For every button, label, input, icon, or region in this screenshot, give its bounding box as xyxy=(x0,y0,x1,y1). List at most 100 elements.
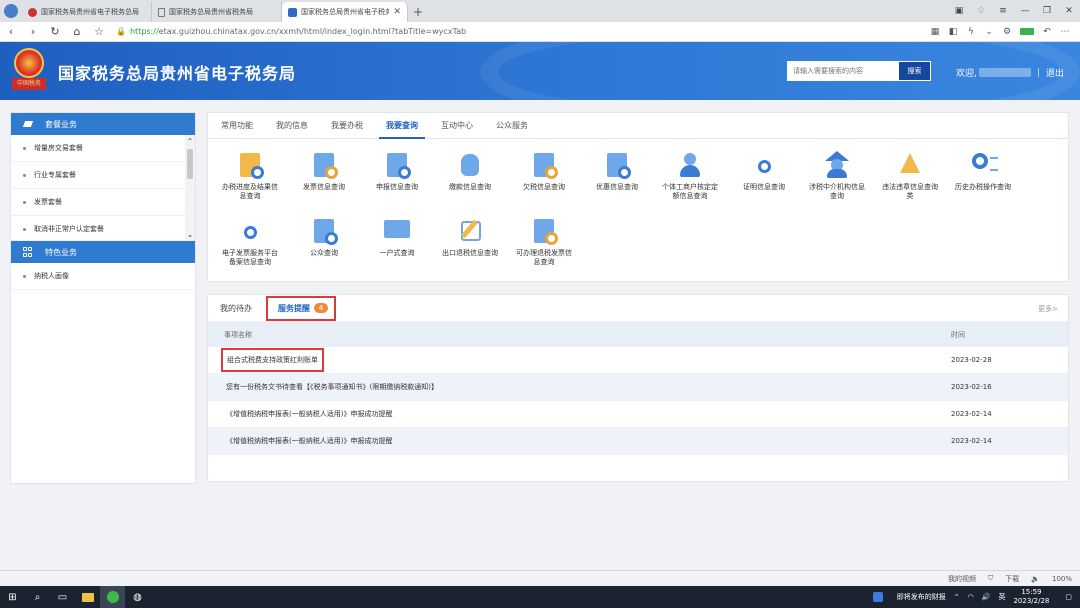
volume-icon[interactable]: 🔊 xyxy=(982,593,991,601)
app-taskbar-icon[interactable]: ◍ xyxy=(125,586,150,608)
tab-common[interactable]: 常用功能 xyxy=(214,113,260,138)
shield-icon[interactable]: ⛉ xyxy=(988,574,993,583)
search-icon[interactable]: ⌕ xyxy=(25,586,50,608)
shirt-icon[interactable]: ♢ xyxy=(970,0,992,22)
query-item-invoice[interactable]: 发票信息查询 xyxy=(293,151,355,192)
download-button[interactable]: 下载 xyxy=(1005,574,1019,584)
more-link[interactable]: 更多> xyxy=(1038,304,1058,314)
system-tray: 即将发布的财报 ⌃ ◠ 🔊 英 15:59 2023/2/28 ▢ xyxy=(872,586,1080,608)
query-item-declare[interactable]: 申报信息查询 xyxy=(366,151,428,192)
sidebar-section-package[interactable]: 套餐业务 xyxy=(11,113,195,135)
chevron-down-icon[interactable]: ⌄ xyxy=(185,230,195,239)
browser-tab-1[interactable]: 国家税务局贵州省电子税务总局 xyxy=(22,2,152,22)
query-item-export-refund[interactable]: 出口退税信息查询 xyxy=(439,217,501,258)
url-field[interactable]: 🔒 https:// etax.guizhou.chinatax.gov.cn/… xyxy=(110,24,926,40)
settings-icon[interactable]: ⚙ xyxy=(998,27,1016,37)
query-item-agency[interactable]: 涉税中介机构信息查询 xyxy=(806,151,868,201)
news-widget[interactable]: 即将发布的财报 xyxy=(872,592,946,602)
browser-tab-2[interactable]: 国家税务总局贵州省税务局 xyxy=(152,2,282,22)
table-row[interactable]: 《增值税纳税申报表(一般纳税人适用)》申报成功提醒 2023-02-14 xyxy=(208,428,1068,455)
export-refund-icon xyxy=(455,217,485,245)
row-name[interactable]: 您有一份税务文书待查看【《税务事项通知书》(限期缴纳税款通知)】 xyxy=(208,382,951,392)
scroll-thumb[interactable] xyxy=(187,149,193,179)
table-row[interactable]: 《增值税纳税申报表(一般纳税人适用)》申报成功提醒 2023-02-14 xyxy=(208,401,1068,428)
more-icon[interactable]: ⋯ xyxy=(1056,27,1074,37)
sidebar-item-taxpayer-portrait[interactable]: 纳税人画像 xyxy=(11,263,195,290)
query-item-einvoice[interactable]: 电子发票服务平台备案信息查询 xyxy=(219,217,281,267)
notification-icon[interactable]: ▢ xyxy=(1065,593,1072,601)
zoom-level[interactable]: 100% xyxy=(1052,575,1072,583)
tab-title: 国家税务总局贵州省电子税务局 xyxy=(301,8,390,16)
system-clock[interactable]: 15:59 2023/2/28 xyxy=(1013,588,1049,606)
row-name-text[interactable]: 组合式税费支持政策红利账单 xyxy=(221,348,324,372)
logout-link[interactable]: 退出 xyxy=(1046,66,1064,79)
menu-icon[interactable]: ≡ xyxy=(992,0,1014,22)
browser-logo-icon[interactable] xyxy=(0,0,22,22)
pip-icon[interactable]: ◧ xyxy=(944,27,962,37)
new-tab-button[interactable]: + xyxy=(408,2,428,22)
home-icon[interactable]: ⌂ xyxy=(66,25,88,38)
query-item-progress[interactable]: 办税进度及结果信息查询 xyxy=(219,151,281,201)
query-item-payment[interactable]: 缴款信息查询 xyxy=(439,151,501,192)
close-tab-icon[interactable]: ✕ xyxy=(393,7,401,17)
tab-my-info[interactable]: 我的信息 xyxy=(269,113,315,138)
undo-icon[interactable]: ↶ xyxy=(1038,27,1056,37)
chevron-down-icon[interactable]: ⌄ xyxy=(980,27,998,37)
search-button[interactable]: 搜索 xyxy=(898,61,931,81)
windows-start-icon[interactable]: ⊞ xyxy=(0,586,25,608)
minimize-icon[interactable]: — xyxy=(1014,0,1036,22)
table-row[interactable]: 您有一份税务文书待查看【《税务事项通知书》(限期缴纳税款通知)】 2023-02… xyxy=(208,374,1068,401)
sidebar-item-house-trade[interactable]: 增量房交易套餐 xyxy=(11,135,195,162)
tab-interaction[interactable]: 互动中心 xyxy=(434,113,480,138)
sidebar-item-invoice[interactable]: 发票套餐 xyxy=(11,189,195,216)
query-item-refund-invoice[interactable]: 可办理退税发票信息查询 xyxy=(513,217,575,267)
close-window-icon[interactable]: ✕ xyxy=(1058,0,1080,22)
sidebar-item-cancel-abnormal[interactable]: 取消非正常户认定套餐 xyxy=(11,216,195,240)
sidebar-scrollbar[interactable]: ⌃ ⌄ xyxy=(185,135,195,240)
query-item-violation[interactable]: 违法违章信息查询类 xyxy=(879,151,941,201)
maximize-icon[interactable]: ❐ xyxy=(1036,0,1058,22)
tab-handle-tax[interactable]: 我要办税 xyxy=(324,113,370,138)
query-item-arrears[interactable]: 欠税信息查询 xyxy=(513,151,575,192)
tab-service-reminder[interactable]: 服务提醒 4 xyxy=(266,295,336,321)
table-row[interactable]: 组合式税费支持政策红利账单 2023-02-28 xyxy=(208,347,1068,374)
chevron-up-icon[interactable]: ⌃ xyxy=(185,137,195,146)
person-search-icon xyxy=(675,151,705,179)
file-explorer-icon[interactable] xyxy=(75,586,100,608)
video-button[interactable]: 我的视频 xyxy=(948,574,976,584)
lightning-icon[interactable]: ϟ xyxy=(962,27,980,37)
window-controls: ▣ ♢ ≡ — ❐ ✕ xyxy=(948,0,1080,22)
tab-my-todo[interactable]: 我的待办 xyxy=(220,303,252,314)
sidebar-section-featured[interactable]: 特色业务 xyxy=(11,241,195,263)
ime-language[interactable]: 英 xyxy=(998,592,1005,602)
forward-icon[interactable]: › xyxy=(22,25,44,38)
tab-count-icon[interactable]: ▣ xyxy=(948,0,970,22)
search-input[interactable] xyxy=(787,61,898,81)
sidebar-item-industry[interactable]: 行业专属套餐 xyxy=(11,162,195,189)
row-name[interactable]: 《增值税纳税申报表(一般纳税人适用)》申报成功提醒 xyxy=(208,436,951,446)
item-label: 纳税人画像 xyxy=(34,272,69,280)
battery-icon xyxy=(1020,28,1034,35)
grid-icon[interactable]: ▦ xyxy=(926,27,944,37)
back-icon[interactable]: ‹ xyxy=(0,25,22,38)
query-item-history[interactable]: 历史办税操作查询 xyxy=(952,151,1014,192)
item-label: 行业专属套餐 xyxy=(34,171,76,179)
reload-icon[interactable]: ↻ xyxy=(44,25,66,38)
browser-taskbar-icon[interactable] xyxy=(100,586,125,608)
browser-tab-3[interactable]: 国家税务总局贵州省电子税务局 ✕ xyxy=(282,2,408,22)
row-name[interactable]: 《增值税纳税申报表(一般纳税人适用)》申报成功提醒 xyxy=(208,409,951,419)
bookmark-star-icon[interactable]: ☆ xyxy=(88,25,110,38)
arrears-search-icon xyxy=(529,151,559,179)
wifi-icon[interactable]: ◠ xyxy=(968,593,974,601)
query-item-public[interactable]: 公众查询 xyxy=(293,217,355,258)
query-item-one-account[interactable]: 一户式查询 xyxy=(366,217,428,258)
task-view-icon[interactable]: ▭ xyxy=(50,586,75,608)
tray-expand-icon[interactable]: ⌃ xyxy=(954,593,960,601)
tab-query[interactable]: 我要查询 xyxy=(379,113,425,139)
query-item-certificate[interactable]: 证明信息查询 xyxy=(733,151,795,192)
tab-public-service[interactable]: 公众服务 xyxy=(489,113,535,138)
query-item-discount[interactable]: 优惠信息查询 xyxy=(586,151,648,192)
query-item-individual[interactable]: 个体工商户核定定额信息查询 xyxy=(659,151,721,201)
item-label: 出口退税信息查询 xyxy=(442,249,498,257)
sound-icon[interactable]: 🔈 xyxy=(1031,575,1040,583)
